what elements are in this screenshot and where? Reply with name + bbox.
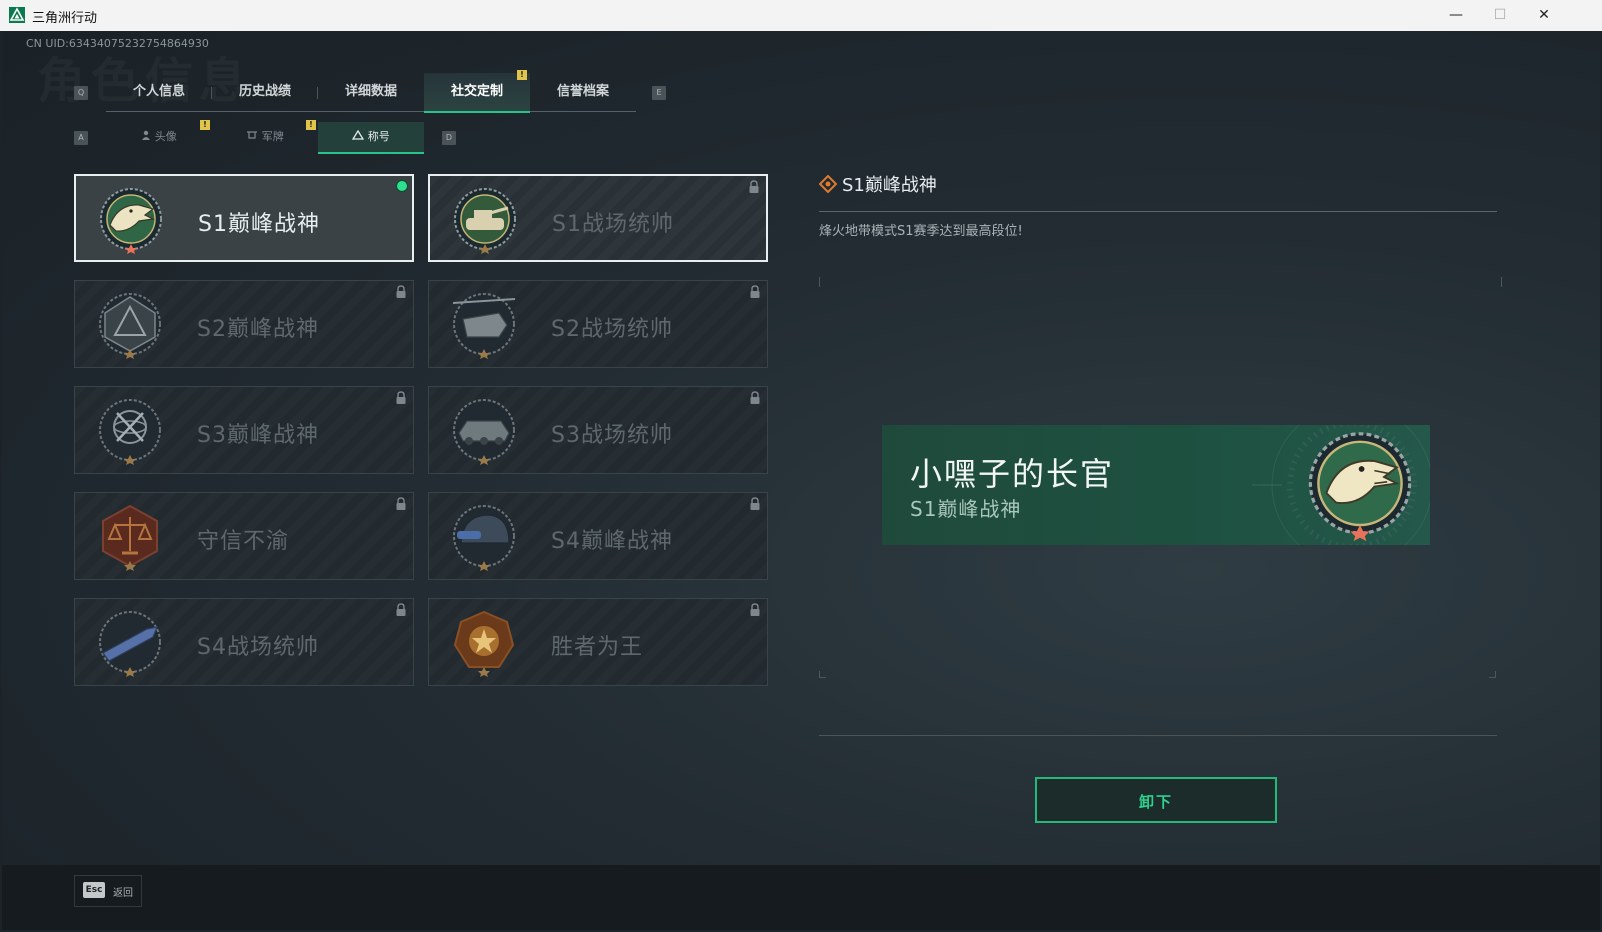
title-preview-banner: 小嘿子的长官 S1巅峰战神 xyxy=(882,425,1430,545)
title-card-name: S1巅峰战神 xyxy=(198,212,320,237)
title-card[interactable]: S3战场统帅 xyxy=(428,386,768,474)
sub-tabs: 头像 军牌 称号 xyxy=(106,122,424,154)
missile-badge-icon xyxy=(99,611,161,677)
subtab-title[interactable]: 称号 xyxy=(318,122,424,154)
app-logo-icon xyxy=(9,7,25,23)
tab-label: 详细数据 xyxy=(344,84,397,99)
title-card-name: S2巅峰战神 xyxy=(197,317,319,342)
minimize-button[interactable]: — xyxy=(1436,4,1476,26)
tab-label: 信誉档案 xyxy=(556,84,609,99)
lock-icon xyxy=(396,391,406,404)
subtab-avatar[interactable]: 头像 xyxy=(106,122,212,152)
title-card-name: 守信不渝 xyxy=(197,529,290,554)
window-title: 三角洲行动 xyxy=(32,11,98,26)
title-diamond-icon xyxy=(819,175,837,193)
title-card-name: S1战场统帅 xyxy=(552,212,674,237)
title-card-name: 胜者为王 xyxy=(551,635,644,660)
title-card-name: S3战场统帅 xyxy=(551,423,673,448)
frame-corner xyxy=(819,671,826,678)
title-card-name: S2战场统帅 xyxy=(551,317,673,342)
banner-title-name: S1巅峰战神 xyxy=(910,497,1022,521)
globe-badge-icon xyxy=(99,399,161,465)
key-hint-e[interactable]: E xyxy=(652,86,666,100)
title-card[interactable]: S4巅峰战神 xyxy=(428,492,768,580)
subtab-notice-badge: ! xyxy=(200,120,210,130)
tab-detailed-data[interactable]: 详细数据 xyxy=(318,73,424,111)
title-card[interactable]: 胜者为王 xyxy=(428,598,768,686)
medal-badge-icon xyxy=(453,610,515,677)
maximize-button[interactable]: ☐ xyxy=(1480,4,1520,26)
crocodile-badge-icon xyxy=(100,188,162,254)
lock-icon xyxy=(396,497,406,510)
tab-social-custom[interactable]: 社交定制 xyxy=(424,73,530,113)
window-titlebar: 三角洲行动 — ☐ ✕ xyxy=(0,0,1602,31)
title-card[interactable]: S2战场统帅 xyxy=(428,280,768,368)
key-hint-q[interactable]: Q xyxy=(74,86,88,100)
subtab-label: 称号 xyxy=(367,130,390,143)
detail-bottom-divider xyxy=(819,735,1497,736)
unequip-button[interactable]: 卸下 xyxy=(1035,777,1277,823)
frame-corner xyxy=(1495,277,1502,287)
frame-corner xyxy=(819,277,826,287)
apc-badge-icon xyxy=(453,399,515,465)
helicopter-badge-icon xyxy=(452,293,516,359)
back-button[interactable]: Esc 返回 xyxy=(74,875,142,907)
scales-badge-icon xyxy=(102,504,158,571)
uid-label: CN UID:63434075232754864930 xyxy=(26,37,209,50)
equipped-indicator xyxy=(396,180,408,192)
tab-label: 个人信息 xyxy=(132,84,185,99)
title-icon xyxy=(352,129,365,140)
title-card[interactable]: S4战场统帅 xyxy=(74,598,414,686)
banner-player-name: 小嘿子的长官 xyxy=(910,455,1115,493)
key-hint-a[interactable]: A xyxy=(74,131,88,145)
title-card-name: S3巅峰战神 xyxy=(197,423,319,448)
triangle-badge-icon xyxy=(99,293,161,359)
title-card[interactable]: S1巅峰战神 xyxy=(74,174,414,262)
lock-icon xyxy=(396,603,406,616)
lock-icon xyxy=(396,285,406,298)
footer-bar: Esc 返回 xyxy=(2,865,1600,930)
close-button[interactable]: ✕ xyxy=(1524,4,1564,26)
subtab-label: 军牌 xyxy=(261,130,284,143)
lock-icon xyxy=(750,391,760,404)
title-card[interactable]: 守信不渝 xyxy=(74,492,414,580)
tab-personal-info[interactable]: 个人信息 xyxy=(106,73,212,111)
person-icon xyxy=(142,130,151,140)
back-label: 返回 xyxy=(113,888,133,899)
title-card[interactable]: S3巅峰战神 xyxy=(74,386,414,474)
crocodile-badge-icon xyxy=(1308,432,1412,541)
detail-title: S1巅峰战神 xyxy=(842,175,937,196)
tab-match-history[interactable]: 历史战绩 xyxy=(212,73,318,111)
subtab-dogtag[interactable]: 军牌 xyxy=(212,122,318,152)
dogtag-icon xyxy=(247,131,258,139)
lock-icon xyxy=(750,603,760,616)
tab-label: 社交定制 xyxy=(450,84,503,99)
main-tabs: 个人信息 历史战绩 详细数据 社交定制 信誉档案 xyxy=(106,73,636,113)
lock-icon xyxy=(750,497,760,510)
subtab-notice-badge: ! xyxy=(306,120,316,130)
title-card[interactable]: S1战场统帅 xyxy=(428,174,768,262)
esc-key: Esc xyxy=(83,882,105,898)
subtab-label: 头像 xyxy=(154,130,177,143)
lock-icon xyxy=(750,285,760,298)
title-card-name: S4巅峰战神 xyxy=(551,529,673,554)
lock-icon xyxy=(749,180,759,193)
helmet-badge-icon xyxy=(453,505,515,571)
detail-divider xyxy=(819,211,1497,212)
tab-credit-record[interactable]: 信誉档案 xyxy=(530,73,636,111)
frame-corner xyxy=(1489,671,1496,678)
tank-badge-icon xyxy=(454,188,516,254)
key-hint-d[interactable]: D xyxy=(442,131,456,145)
game-viewport: 角色信息 CN UID:63434075232754864930 Q 个人信息 … xyxy=(2,31,1600,930)
tab-notice-badge: ! xyxy=(517,70,527,80)
title-card-name: S4战场统帅 xyxy=(197,635,319,660)
tab-label: 历史战绩 xyxy=(238,84,291,99)
detail-description: 烽火地带模式S1赛季达到最高段位! xyxy=(819,224,1023,239)
title-card[interactable]: S2巅峰战神 xyxy=(74,280,414,368)
